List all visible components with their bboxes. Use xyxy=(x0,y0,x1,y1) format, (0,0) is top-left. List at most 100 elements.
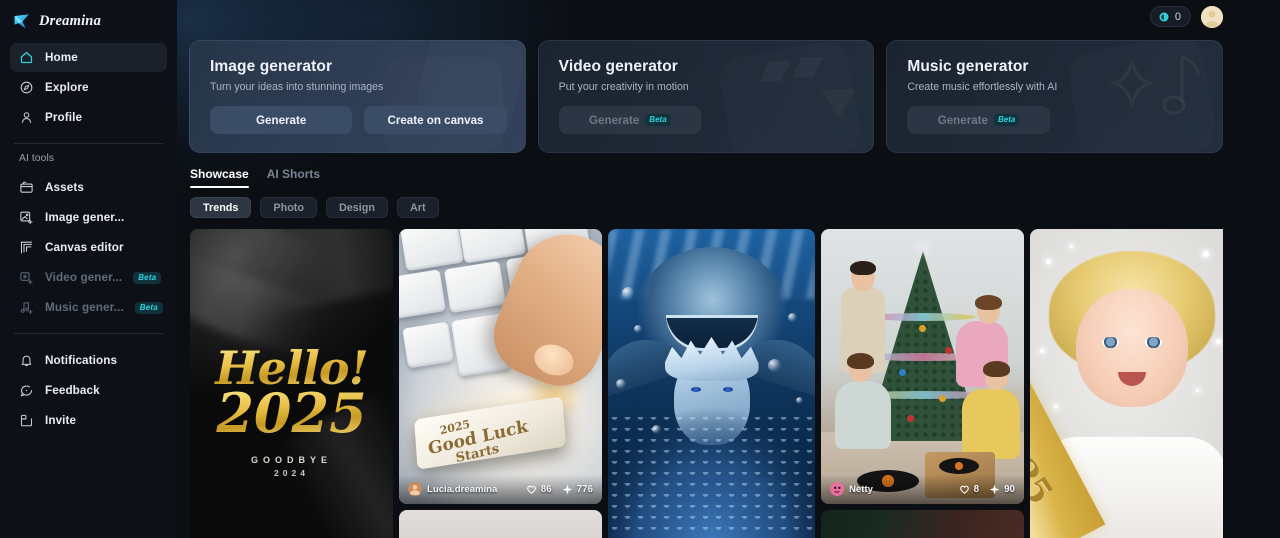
user-avatar-icon xyxy=(1201,5,1223,28)
image-generator-card[interactable]: Image generator Turn your ideas into stu… xyxy=(189,40,526,153)
sidebar-item-label: Video gener... xyxy=(45,271,123,284)
sidebar-tools-nav: Assets Image gener... Canvas editor Vide… xyxy=(10,173,167,322)
person-girl xyxy=(835,381,891,449)
person-teen xyxy=(962,389,1020,459)
music-generator-card[interactable]: Music generator Create music effortlessl… xyxy=(886,40,1224,153)
baby-eye-left xyxy=(1101,337,1119,348)
sidebar-item-profile[interactable]: Profile xyxy=(10,103,167,132)
card-title: Music generator xyxy=(907,58,1029,75)
likes-count: 86 xyxy=(540,483,552,495)
sidebar-item-canvas-editor[interactable]: Canvas editor xyxy=(10,233,167,262)
sidebar-item-label: Notifications xyxy=(45,354,118,367)
brand[interactable]: Dreamina xyxy=(10,2,167,40)
video-decoration-icon xyxy=(697,40,874,153)
credits-value: 0 xyxy=(1174,10,1181,23)
turntable-disc xyxy=(939,458,979,474)
generate-label: Generate xyxy=(937,113,988,127)
artwork-text-line: 2025 xyxy=(190,386,393,440)
card-author[interactable]: Netty xyxy=(830,482,873,496)
sidebar-item-notifications[interactable]: Notifications xyxy=(10,346,167,375)
card-actions: Generate Beta xyxy=(558,106,856,134)
main-content: 0 Image generator Turn your ideas into s… xyxy=(177,0,1280,538)
bell-icon xyxy=(21,355,32,367)
card-stats: 86 776 xyxy=(526,484,593,495)
gallery-card-dark-card[interactable] xyxy=(821,510,1024,538)
sidebar-item-explore[interactable]: Explore xyxy=(10,73,167,102)
brand-name: Dreamina xyxy=(39,12,102,29)
gallery-card-shark-merman[interactable] xyxy=(608,229,815,538)
beta-badge: Beta xyxy=(993,114,1020,126)
artwork-shark-merman xyxy=(608,229,815,538)
sidebar-item-label: Invite xyxy=(45,414,77,427)
user-thumb-icon xyxy=(408,482,422,496)
chip-photo[interactable]: Photo xyxy=(260,197,317,218)
sidebar-item-music-generator[interactable]: Music gener... Beta xyxy=(10,293,167,322)
card-subtitle: Turn your ideas into stunning images xyxy=(210,81,384,93)
tab-ai-shorts[interactable]: AI Shorts xyxy=(267,167,320,188)
heart-icon xyxy=(526,485,536,494)
sidebar-item-image-generator[interactable]: Image gener... xyxy=(10,203,167,232)
folder-icon xyxy=(20,181,33,193)
generate-button[interactable]: Generate xyxy=(210,106,353,134)
tab-showcase[interactable]: Showcase xyxy=(190,167,249,188)
artwork-white-card xyxy=(399,510,602,538)
image-add-icon xyxy=(20,211,33,225)
credits-badge[interactable]: 0 xyxy=(1149,6,1191,27)
generator-cards: Image generator Turn your ideas into stu… xyxy=(188,40,1224,153)
baby-eye-right xyxy=(1144,337,1162,348)
card-subtitle: Put your creativity in motion xyxy=(558,81,689,93)
card-subtitle: Create music effortlessly with AI xyxy=(907,81,1058,93)
sidebar-item-home[interactable]: Home xyxy=(10,43,167,72)
chip-design[interactable]: Design xyxy=(326,197,388,218)
card-author[interactable]: Lucia.dreamina xyxy=(408,482,497,496)
likes-stat: 8 xyxy=(959,484,979,495)
gallery-card-retro-christmas[interactable]: ★ Netty 8 90 xyxy=(821,229,1024,504)
gallery-card-hello-2025[interactable]: Hello! 2025 GOODBYE 2024 xyxy=(190,229,393,538)
generations-count: 90 xyxy=(1004,483,1015,495)
chip-art[interactable]: Art xyxy=(397,197,439,218)
avatar[interactable] xyxy=(1201,5,1223,28)
sidebar-primary-nav: Home Explore Profile xyxy=(10,43,167,132)
coin-icon xyxy=(1159,12,1169,21)
gallery-column: ★ Netty 8 90 xyxy=(821,229,1024,538)
sidebar-item-label: Profile xyxy=(45,111,83,124)
sidebar-item-label: Image gener... xyxy=(45,211,125,224)
chip-trends[interactable]: Trends xyxy=(190,197,252,218)
merman-eye-left xyxy=(690,387,701,392)
card-title: Video generator xyxy=(558,58,678,75)
beta-badge: Beta xyxy=(134,301,163,314)
sidebar-item-invite[interactable]: Invite xyxy=(10,406,167,435)
gallery-card-baby-2025[interactable]: 2025 xyxy=(1030,229,1223,538)
sidebar-item-label: Canvas editor xyxy=(45,241,124,254)
app-root: Dreamina Home Explore Profile AI tools A… xyxy=(0,0,1280,538)
gallery-card-white-card[interactable] xyxy=(399,510,602,538)
gallery-card-good-luck-keyboard[interactable]: 2025 Good Luck Starts Lucia.dreamina 86 … xyxy=(399,229,602,504)
sidebar-footer-nav: Notifications Feedback Invite xyxy=(10,346,167,435)
sidebar-item-video-generator[interactable]: Video gener... Beta xyxy=(10,263,167,292)
sidebar-item-feedback[interactable]: Feedback xyxy=(10,376,167,405)
gallery-column xyxy=(608,229,815,538)
person-hair xyxy=(850,261,876,275)
video-generator-card[interactable]: Video generator Put your creativity in m… xyxy=(537,40,875,153)
sidebar-item-assets[interactable]: Assets xyxy=(10,173,167,202)
user-thumb-icon xyxy=(830,482,844,496)
card-actions: Generate Beta xyxy=(907,106,1204,134)
artwork-hello-2025: Hello! 2025 GOODBYE 2024 xyxy=(190,229,393,538)
content-tabs: Showcase AI Shorts xyxy=(188,167,1223,188)
dreamina-logo-icon xyxy=(14,13,29,29)
card-meta: Netty 8 90 xyxy=(821,474,1024,504)
create-on-canvas-button[interactable]: Create on canvas xyxy=(364,106,507,134)
sidebar-section-label: AI tools xyxy=(19,153,55,164)
merman-eye-right xyxy=(722,387,733,392)
sparkle-icon xyxy=(989,483,1000,495)
generate-button[interactable]: Generate Beta xyxy=(558,106,701,134)
generate-label: Generate xyxy=(589,113,640,127)
artwork-baby-2025: 2025 xyxy=(1030,229,1223,538)
generate-button[interactable]: Generate Beta xyxy=(907,106,1050,134)
music-add-icon xyxy=(20,301,33,314)
person-hair xyxy=(983,361,1010,377)
topbar: 0 xyxy=(188,0,1223,33)
person-hair xyxy=(847,353,874,369)
showcase-gallery: Hello! 2025 GOODBYE 2024 2025 Good Luck … xyxy=(188,229,1223,538)
canvas-icon xyxy=(20,241,33,254)
